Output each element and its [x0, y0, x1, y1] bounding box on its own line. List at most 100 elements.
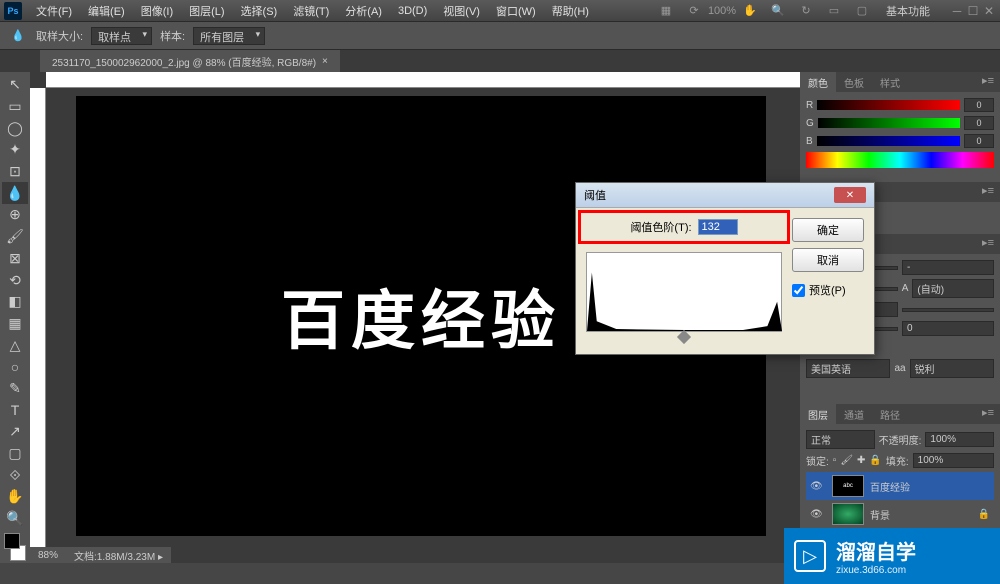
eyedropper-tool[interactable]: 💧 [2, 182, 28, 204]
b-value[interactable]: 0 [964, 134, 994, 148]
panel-menu-icon[interactable]: ▸≡ [976, 404, 1000, 424]
arrange-icon[interactable]: ▭ [822, 2, 846, 20]
layer-name[interactable]: 背景 [870, 507, 890, 522]
b-slider[interactable] [817, 136, 960, 146]
menu-3d[interactable]: 3D(D) [390, 3, 435, 19]
foreground-color[interactable] [4, 533, 20, 549]
history-icon[interactable]: ⟳ [682, 2, 706, 20]
screen-mode-icon[interactable]: ▢ [850, 2, 874, 20]
panel-menu-icon[interactable]: ▸≡ [976, 234, 1000, 254]
r-label: R [806, 100, 813, 111]
gradient-tool[interactable]: ▦ [2, 313, 28, 335]
opacity-input[interactable]: 100% [925, 432, 994, 447]
watermark: ▷ 溜溜自学 zixue.3d66.com [784, 528, 1000, 584]
dialog-close-button[interactable]: ✕ [834, 187, 866, 203]
language-dropdown[interactable]: 美国英语 [806, 359, 890, 378]
paths-tab[interactable]: 路径 [872, 404, 908, 424]
dodge-tool[interactable]: ○ [2, 356, 28, 378]
preview-checkbox[interactable] [792, 284, 805, 297]
visibility-icon[interactable]: 👁 [810, 481, 826, 492]
move-tool[interactable]: ↖ [2, 74, 28, 96]
menu-file[interactable]: 文件(F) [28, 1, 80, 21]
blend-mode-dropdown[interactable]: 正常 [806, 430, 875, 449]
visibility-icon[interactable]: 👁 [810, 509, 826, 520]
menu-select[interactable]: 选择(S) [233, 1, 286, 21]
g-value[interactable]: 0 [964, 116, 994, 130]
threshold-slider[interactable] [586, 332, 782, 344]
slider-thumb-icon[interactable] [677, 330, 691, 344]
3d-tool[interactable]: ⟐ [2, 464, 28, 486]
lasso-tool[interactable]: ◯ [2, 117, 28, 139]
lock-transparency-icon[interactable]: ▫ [833, 455, 837, 466]
menu-analysis[interactable]: 分析(A) [337, 1, 390, 21]
workspace-selector[interactable]: 基本功能 [878, 1, 938, 21]
sample-dropdown[interactable]: 所有图层 [193, 27, 265, 45]
layer-row[interactable]: 👁 abc 百度经验 [806, 472, 994, 500]
menu-help[interactable]: 帮助(H) [544, 1, 597, 21]
blur-tool[interactable]: △ [2, 334, 28, 356]
bridge-icon[interactable]: ▦ [654, 2, 678, 20]
marquee-tool[interactable]: ▭ [2, 96, 28, 118]
close-button[interactable]: ✕ [982, 4, 996, 18]
threshold-value-input[interactable] [698, 219, 738, 235]
tab-close-icon[interactable]: × [322, 56, 328, 67]
leading-icon: A [902, 283, 909, 294]
cancel-button[interactable]: 取消 [792, 248, 864, 272]
menu-image[interactable]: 图像(I) [133, 1, 181, 21]
menu-edit[interactable]: 编辑(E) [80, 1, 133, 21]
history-brush-tool[interactable]: ⟲ [2, 269, 28, 291]
layers-tab[interactable]: 图层 [800, 404, 836, 424]
panel-menu-icon[interactable]: ▸≡ [976, 182, 1000, 202]
leading-input[interactable]: (自动) [912, 279, 994, 298]
healing-tool[interactable]: ⊕ [2, 204, 28, 226]
preview-checkbox-label[interactable]: 预览(P) [792, 282, 864, 298]
zoom-dropdown[interactable]: 100% [710, 2, 734, 20]
eraser-tool[interactable]: ◧ [2, 291, 28, 313]
dialog-titlebar[interactable]: 阈值 ✕ [576, 183, 874, 208]
path-tool[interactable]: ↗ [2, 421, 28, 443]
stamp-tool[interactable]: ⊠ [2, 248, 28, 270]
styles-tab[interactable]: 样式 [872, 72, 908, 92]
menu-view[interactable]: 视图(V) [435, 1, 488, 21]
rotate-icon[interactable]: ↻ [794, 2, 818, 20]
menu-layer[interactable]: 图层(L) [181, 1, 232, 21]
zoom-level[interactable]: 88% [38, 550, 58, 561]
lock-pixels-icon[interactable]: 🖌 [840, 455, 853, 466]
antialiasing-dropdown[interactable]: 锐利 [910, 359, 994, 378]
color-tab[interactable]: 颜色 [800, 72, 836, 92]
menu-window[interactable]: 窗口(W) [488, 1, 544, 21]
menu-filter[interactable]: 滤镜(T) [285, 1, 337, 21]
ok-button[interactable]: 确定 [792, 218, 864, 242]
fill-input[interactable]: 100% [913, 453, 994, 468]
layer-row[interactable]: 👁 背景 🔒 [806, 500, 994, 528]
swatches-tab[interactable]: 色板 [836, 72, 872, 92]
magic-wand-tool[interactable]: ✦ [2, 139, 28, 161]
channels-tab[interactable]: 通道 [836, 404, 872, 424]
panel-menu-icon[interactable]: ▸≡ [976, 72, 1000, 92]
color-spectrum[interactable] [806, 152, 994, 168]
crop-tool[interactable]: ⊡ [2, 161, 28, 183]
lock-position-icon[interactable]: ✚ [857, 455, 865, 466]
zoom-tool[interactable]: 🔍 [2, 508, 28, 530]
lock-all-icon[interactable]: 🔒 [869, 455, 881, 466]
type-tool[interactable]: T [2, 399, 28, 421]
doc-size-label: 文档: [74, 552, 97, 563]
minimize-button[interactable]: ─ [950, 4, 964, 18]
maximize-button[interactable]: ☐ [966, 4, 980, 18]
shape-tool[interactable]: ▢ [2, 443, 28, 465]
r-slider[interactable] [817, 100, 960, 110]
hand-tool[interactable]: ✋ [2, 486, 28, 508]
sample-size-dropdown[interactable]: 取样点 [91, 27, 152, 45]
zoom-icon[interactable]: 🔍 [766, 2, 790, 20]
layer-name[interactable]: 百度经验 [870, 479, 910, 494]
font-style-input[interactable]: - [902, 260, 994, 275]
brush-tool[interactable]: 🖌 [2, 226, 28, 248]
r-value[interactable]: 0 [964, 98, 994, 112]
baseline-input[interactable]: 0 [902, 321, 994, 336]
g-slider[interactable] [818, 118, 960, 128]
pen-tool[interactable]: ✎ [2, 378, 28, 400]
color-swatches[interactable] [2, 533, 28, 561]
kerning-input[interactable] [902, 308, 994, 312]
document-tab[interactable]: 2531170_150002962000_2.jpg @ 88% (百度经验, … [40, 50, 340, 72]
hand-icon[interactable]: ✋ [738, 2, 762, 20]
